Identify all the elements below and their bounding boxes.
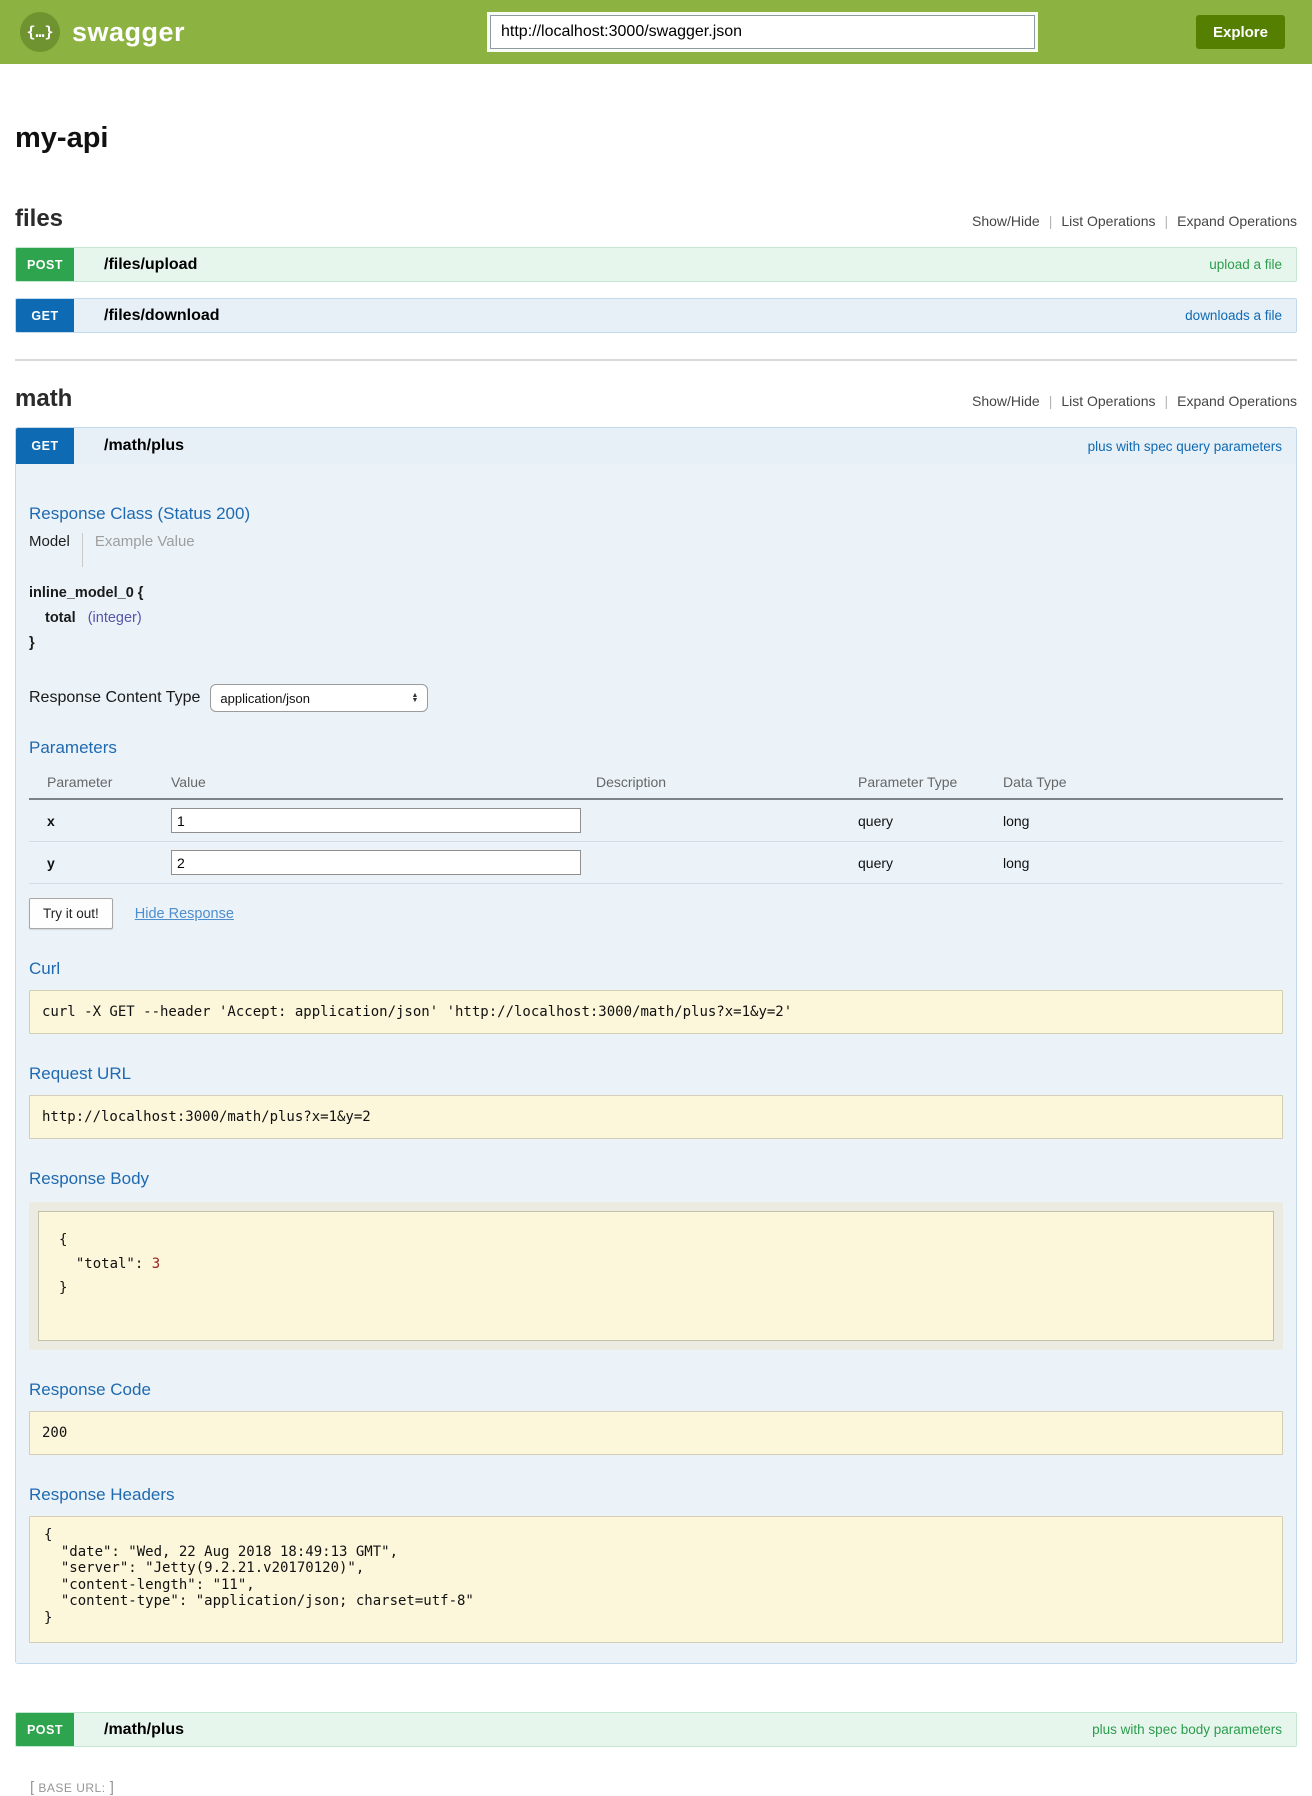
response-headers-box: { "date": "Wed, 22 Aug 2018 18:49:13 GMT…: [29, 1516, 1283, 1643]
json-number-value: 3: [152, 1256, 160, 1272]
response-class-heading: Response Class (Status 200): [29, 504, 1283, 524]
get-method-badge[interactable]: GET: [16, 428, 74, 464]
column-header-parameter: Parameter: [29, 768, 171, 799]
tab-example-value[interactable]: Example Value: [83, 533, 195, 550]
operation-summary-math-plus-post[interactable]: plus with spec body parameters: [1092, 1722, 1282, 1737]
parameter-name: y: [29, 842, 171, 884]
model-open: inline_model_0 {: [29, 585, 143, 601]
operation-summary-math-plus[interactable]: plus with spec query parameters: [1088, 439, 1282, 454]
column-header-value: Value: [171, 768, 596, 799]
parameter-row-y: y query long: [29, 842, 1283, 884]
operation-get-math-plus: GET /math/plus plus with spec query para…: [15, 427, 1297, 1664]
parameter-data-type: long: [1003, 799, 1283, 842]
column-header-parameter-type: Parameter Type: [858, 768, 1003, 799]
swagger-logo-icon: {…}: [20, 12, 60, 52]
resource-math: math Show/Hide | List Operations | Expand Op…: [15, 385, 1297, 1747]
hide-response-link[interactable]: Hide Response: [135, 906, 234, 922]
base-url-footer: [ BASE URL: ]: [30, 1779, 1297, 1796]
expand-operations-link-math[interactable]: Expand Operations: [1177, 393, 1297, 409]
parameter-row-x: x query long: [29, 799, 1283, 842]
response-body-heading: Response Body: [29, 1169, 1283, 1189]
list-operations-link-math[interactable]: List Operations: [1061, 393, 1155, 409]
response-content-type-select[interactable]: application/json ▲ ▼: [210, 684, 428, 712]
spec-url-input[interactable]: [490, 15, 1035, 49]
try-it-out-button[interactable]: Try it out!: [29, 898, 113, 929]
model-close: }: [29, 635, 35, 651]
response-content-type-label: Response Content Type: [29, 689, 200, 707]
top-bar: {…} swagger Explore: [0, 0, 1312, 64]
parameter-description: [596, 799, 858, 842]
request-url-heading: Request URL: [29, 1064, 1283, 1084]
model-prop-name: total: [45, 610, 76, 626]
operation-get-files-download[interactable]: GET /files/download downloads a file: [15, 298, 1297, 333]
resource-title-files[interactable]: files: [15, 205, 63, 233]
post-method-badge[interactable]: POST: [16, 248, 74, 281]
operation-summary-files-upload[interactable]: upload a file: [1209, 257, 1282, 272]
operation-post-files-upload[interactable]: POST /files/upload upload a file: [15, 247, 1297, 282]
expand-operations-link-files[interactable]: Expand Operations: [1177, 213, 1297, 229]
brand[interactable]: {…} swagger: [20, 12, 185, 52]
parameters-heading: Parameters: [29, 738, 1283, 758]
parameter-name: x: [29, 799, 171, 842]
parameter-y-input[interactable]: [171, 850, 581, 875]
link-separator: |: [1049, 393, 1053, 409]
response-code-heading: Response Code: [29, 1380, 1283, 1400]
curl-command-box: curl -X GET --header 'Accept: applicatio…: [29, 990, 1283, 1034]
tab-model[interactable]: Model: [29, 533, 82, 550]
parameter-data-type: long: [1003, 842, 1283, 884]
link-separator: |: [1165, 213, 1169, 229]
parameter-x-input[interactable]: [171, 808, 581, 833]
response-code-box: 200: [29, 1411, 1283, 1455]
column-header-description: Description: [596, 768, 858, 799]
parameter-type: query: [858, 842, 1003, 884]
resource-title-math[interactable]: math: [15, 385, 72, 413]
curl-heading: Curl: [29, 959, 1283, 979]
get-method-badge[interactable]: GET: [16, 299, 74, 332]
parameter-description: [596, 842, 858, 884]
model-signature: inline_model_0 { total (integer) }: [29, 581, 1283, 656]
operation-path-math-plus[interactable]: /math/plus: [104, 437, 184, 455]
resource-files: files Show/Hide | List Operations | Expand O…: [15, 205, 1297, 333]
base-url-label: BASE URL:: [38, 1781, 105, 1795]
brand-name: swagger: [72, 17, 185, 48]
operation-path-files-download[interactable]: /files/download: [104, 307, 220, 325]
explore-button[interactable]: Explore: [1196, 15, 1285, 49]
link-separator: |: [1165, 393, 1169, 409]
model-prop-type: (integer): [88, 610, 142, 626]
link-separator: |: [1049, 213, 1053, 229]
response-content-type-value: application/json: [220, 691, 310, 706]
parameters-table: Parameter Value Description Parameter Ty…: [29, 768, 1283, 884]
response-headers-heading: Response Headers: [29, 1485, 1283, 1505]
list-operations-link-files[interactable]: List Operations: [1061, 213, 1155, 229]
response-body-outer: { "total": 3 }: [29, 1202, 1283, 1350]
resource-divider: [15, 359, 1297, 361]
model-tabs: Model Example Value: [29, 533, 1283, 567]
post-method-badge[interactable]: POST: [16, 1713, 74, 1746]
operation-heading-get-math-plus[interactable]: GET /math/plus plus with spec query para…: [16, 428, 1296, 464]
request-url-box: http://localhost:3000/math/plus?x=1&y=2: [29, 1095, 1283, 1139]
page-title: my-api: [15, 122, 1297, 155]
show-hide-link-files[interactable]: Show/Hide: [972, 213, 1040, 229]
operation-path-files-upload[interactable]: /files/upload: [104, 256, 197, 274]
parameter-type: query: [858, 799, 1003, 842]
show-hide-link-math[interactable]: Show/Hide: [972, 393, 1040, 409]
select-arrows-icon: ▲ ▼: [411, 693, 418, 703]
operation-summary-files-download[interactable]: downloads a file: [1185, 308, 1282, 323]
operation-post-math-plus[interactable]: POST /math/plus plus with spec body para…: [15, 1712, 1297, 1747]
response-body-box: { "total": 3 }: [38, 1211, 1274, 1341]
column-header-data-type: Data Type: [1003, 768, 1283, 799]
operation-content: Response Class (Status 200) Model Exampl…: [16, 464, 1296, 1663]
operation-path-math-plus-post[interactable]: /math/plus: [104, 1721, 184, 1739]
